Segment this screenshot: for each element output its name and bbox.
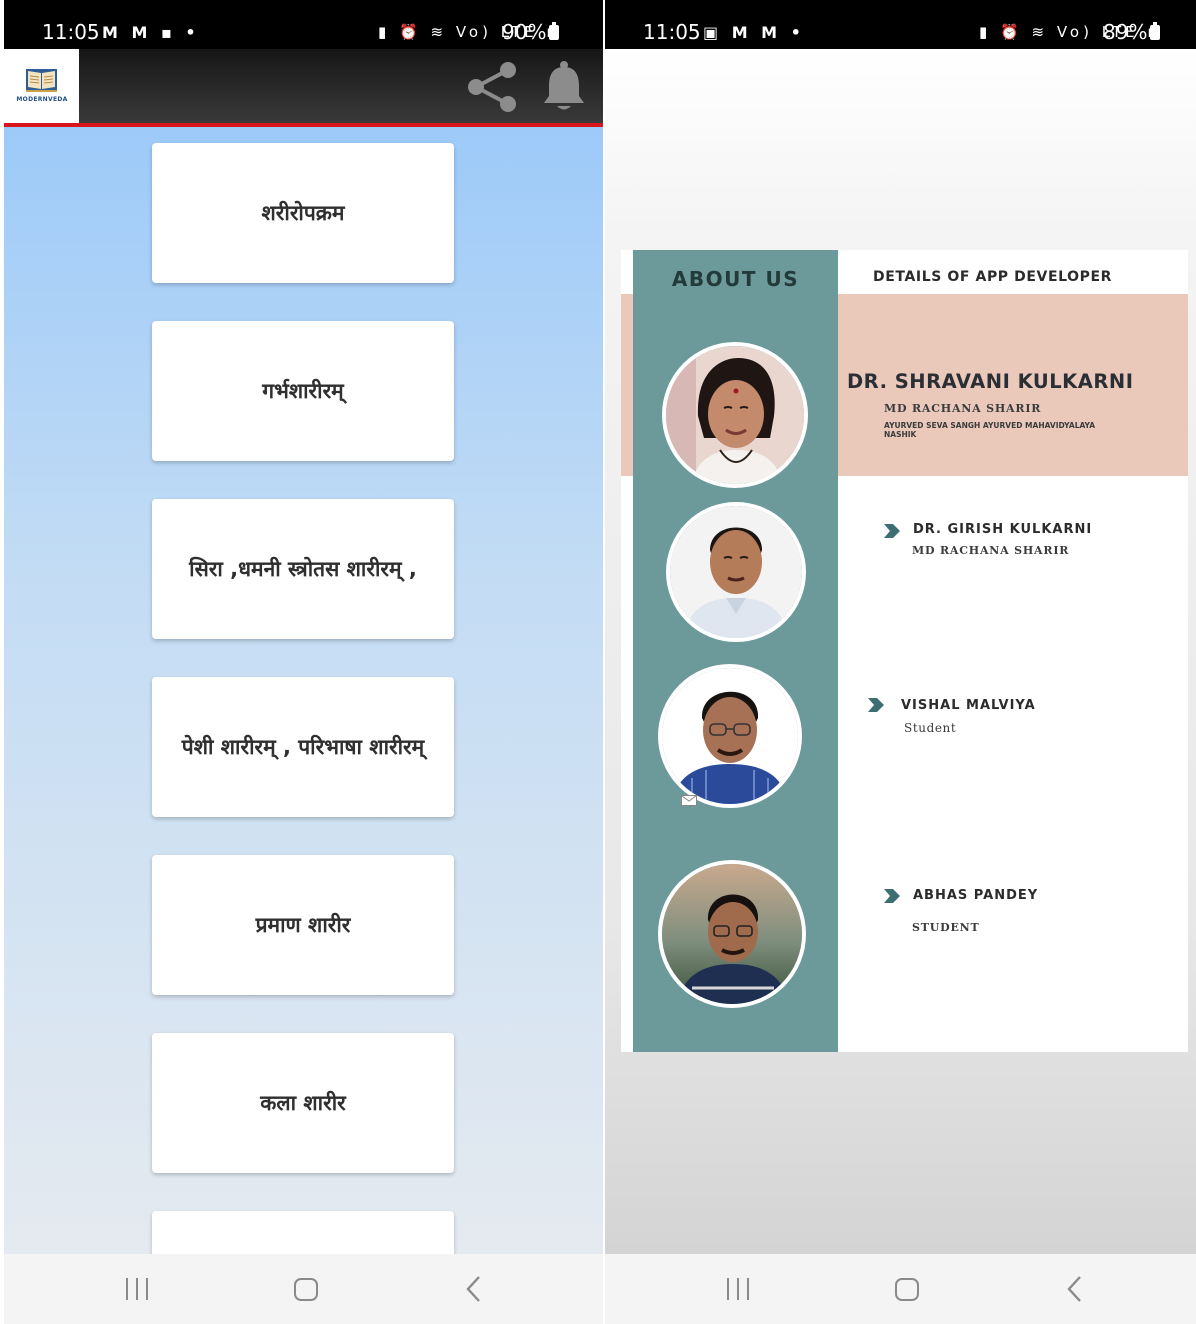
home-icon[interactable] <box>294 1278 318 1301</box>
navigation-bar <box>605 1254 1196 1324</box>
menu-card-5[interactable]: प्रमाण शारीर <box>152 855 454 995</box>
back-icon[interactable] <box>464 1275 484 1303</box>
right-phone-screen: 11:05 ▣ M M • ▮ ⏰ ≋ Vo) LTE ıl 89% ABOUT… <box>605 0 1196 1324</box>
details-heading: DETAILS OF APP DEVELOPER <box>873 269 1113 285</box>
member-name: ABHAS PANDEY <box>913 888 1039 903</box>
menu-card-1[interactable]: शरीरोपक्रम <box>152 143 454 283</box>
book-logo-icon <box>26 69 57 92</box>
mail-icon <box>681 795 697 806</box>
menu-card-4[interactable]: पेशी शारीरम् , परिभाषा शारीरम् <box>152 677 454 817</box>
man-portrait-image <box>670 506 802 638</box>
young-man-portrait-image <box>662 668 798 804</box>
main-developer-institute: AYURVED SEVA SANGH AYURVED MAHAVIDYALAYA… <box>884 421 1096 439</box>
battery-indicator: 90% <box>502 20 560 44</box>
recent-apps-icon[interactable] <box>727 1278 751 1300</box>
about-screen: ABOUT US DETAILS OF APP DEVELOPER DR. SH… <box>605 49 1196 1254</box>
menu-card-3[interactable]: सिरा ,धमनी स्त्रोतस शारीरम् , <box>152 499 454 639</box>
recent-apps-icon[interactable] <box>126 1278 150 1300</box>
notification-icons: ▣ M M • <box>703 23 805 42</box>
menu-card-7[interactable] <box>152 1211 454 1254</box>
chevron-right-icon <box>868 698 884 712</box>
developer-photo <box>658 664 802 808</box>
member-role: Student <box>904 721 957 735</box>
chevron-right-icon <box>884 889 900 903</box>
member-role: STUDENT <box>912 921 980 934</box>
developer-photo <box>666 502 806 642</box>
main-developer-name: DR. SHRAVANI KULKARNI <box>847 370 1134 393</box>
member-role: MD RACHANA SHARIR <box>912 544 1070 557</box>
battery-icon <box>549 22 560 40</box>
member-name: VISHAL MALVIYA <box>901 698 1036 713</box>
logo-text: MODERNVEDA <box>16 96 68 103</box>
left-phone-screen: 11:05 M M ▪ • ▮ ⏰ ≋ Vo) LTE ıl 90% MODER… <box>4 0 603 1324</box>
app-logo[interactable]: MODERNVEDA <box>4 49 79 123</box>
status-time: 11:05 <box>643 20 701 44</box>
outdoor-portrait-image <box>662 864 802 1004</box>
notification-icons: M M ▪ • <box>102 23 200 42</box>
chapter-list: शरीरोपक्रम गर्भशारीरम् सिरा ,धमनी स्त्रो… <box>4 127 603 1254</box>
chevron-right-icon <box>884 524 900 538</box>
menu-card-6[interactable]: कला शारीर <box>152 1033 454 1173</box>
battery-icon <box>1150 22 1161 40</box>
back-icon[interactable] <box>1065 1275 1085 1303</box>
about-us-poster: ABOUT US DETAILS OF APP DEVELOPER DR. SH… <box>621 250 1188 1052</box>
main-developer-degree: MD RACHANA SHARIR <box>884 402 1042 415</box>
share-icon[interactable] <box>465 60 519 114</box>
menu-card-2[interactable]: गर्भशारीरम् <box>152 321 454 461</box>
developer-photo <box>662 342 808 488</box>
navigation-bar <box>4 1254 603 1324</box>
status-bar: 11:05 M M ▪ • ▮ ⏰ ≋ Vo) LTE ıl 90% <box>4 0 603 49</box>
status-time: 11:05 <box>42 20 100 44</box>
battery-indicator: 89% <box>1103 20 1161 44</box>
developer-photo <box>658 860 806 1008</box>
member-name: DR. GIRISH KULKARNI <box>913 522 1093 537</box>
woman-portrait-image <box>666 346 804 484</box>
status-bar: 11:05 ▣ M M • ▮ ⏰ ≋ Vo) LTE ıl 89% <box>605 0 1196 49</box>
bell-icon[interactable] <box>541 60 587 112</box>
home-icon[interactable] <box>895 1278 919 1301</box>
about-us-title: ABOUT US <box>671 267 800 291</box>
